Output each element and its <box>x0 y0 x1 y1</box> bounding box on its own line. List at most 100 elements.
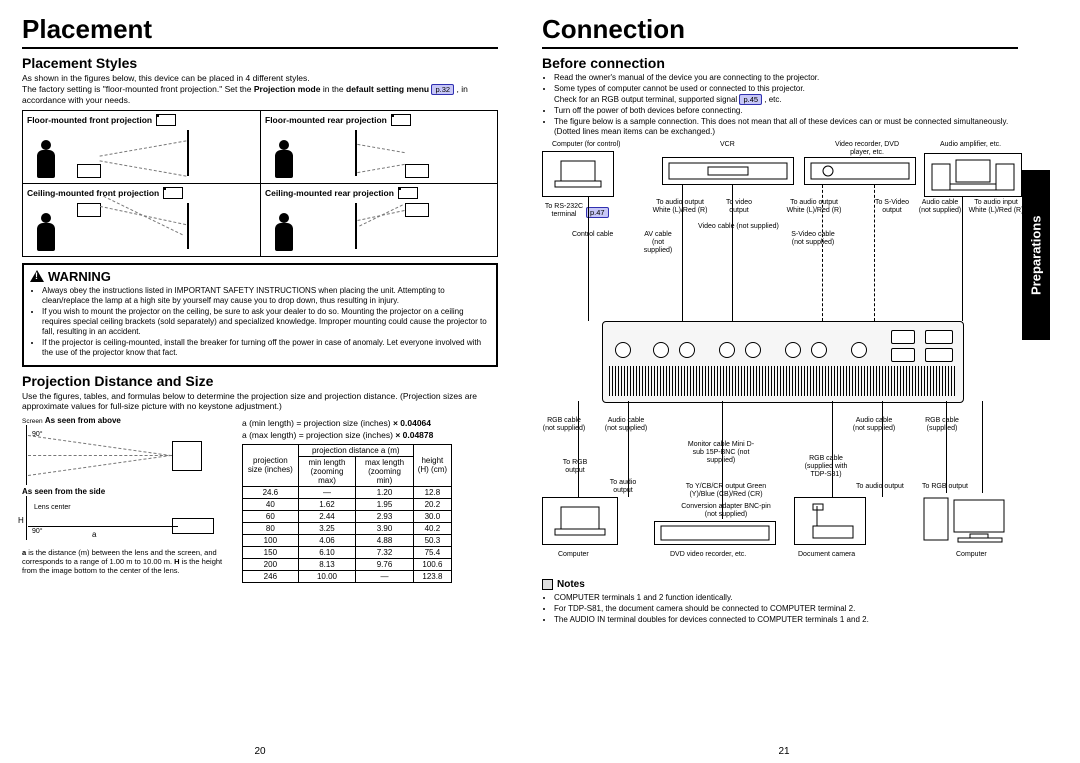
table-cell: 123.8 <box>413 570 451 582</box>
before-item: The figure below is a sample connection.… <box>554 117 1018 137</box>
formula-const: × 0.04878 <box>395 430 433 440</box>
lbl-convadapter: Conversion adapter BNC-pin (not supplied… <box>676 503 776 518</box>
lbl-doccam: Document camera <box>798 551 855 559</box>
h-label: H <box>18 516 24 525</box>
lbl-audiocable: Audio cable (not supplied) <box>918 199 962 214</box>
lbl-torgb: To RGB output <box>556 459 594 474</box>
warning-heading: WARNING <box>48 269 111 284</box>
lbl-computer-b2: Computer <box>956 551 987 559</box>
distance-data: a (min length) = projection size (inches… <box>242 416 498 583</box>
table-cell: 246 <box>243 570 299 582</box>
table-cell: 100.6 <box>413 558 451 570</box>
styles-intro: As shown in the figures below, this devi… <box>22 73 498 106</box>
formula-max: a (max length) = projection size (inches… <box>242 430 498 440</box>
table-cell: 80 <box>243 522 299 534</box>
table-cell: 3.25 <box>298 522 356 534</box>
table-cell: 4.06 <box>298 534 356 546</box>
check-text: Check for an RGB output terminal, suppor… <box>554 95 739 104</box>
warning-box: WARNING Always obey the instructions lis… <box>22 263 498 367</box>
lbl-vcr: VCR <box>720 141 735 149</box>
before-item: Turn off the power of both devices befor… <box>554 106 1018 116</box>
lbl-computer-b: Computer <box>558 551 589 559</box>
table-cell: 40.2 <box>413 522 451 534</box>
table-cell: 75.4 <box>413 546 451 558</box>
table-cell: 12.8 <box>413 486 451 498</box>
notes-list: COMPUTER terminals 1 and 2 function iden… <box>542 593 1018 625</box>
formula-min: a (min length) = projection size (inches… <box>242 418 498 428</box>
side-tab-preparations: Preparations <box>1022 170 1050 340</box>
table-cell: 100 <box>243 534 299 546</box>
vcr-icon <box>662 157 794 185</box>
connection-diagram: Computer (for control) VCR Video recorde… <box>542 141 1018 571</box>
table-cell: — <box>356 570 414 582</box>
page-number-left: 20 <box>0 746 520 757</box>
th-max: max length (zooming min) <box>356 456 414 486</box>
formula-text: a (min length) = projection size (inches… <box>242 418 393 428</box>
tile-label: Floor-mounted front projection <box>27 115 152 125</box>
table-cell: 9.76 <box>356 558 414 570</box>
doccam-icon <box>794 497 866 545</box>
caption-a: a is the distance (m) between the lens a… <box>22 548 232 575</box>
lbl-amp: Audio amplifier, etc. <box>940 141 1001 149</box>
lbl-audioout: To audio output White (L)/Red (R) <box>652 199 708 214</box>
table-cell: 1.20 <box>356 486 414 498</box>
th-dist: projection distance a (m) <box>298 444 413 456</box>
note-item: For TDP-S81, the document camera should … <box>554 604 1018 614</box>
note-item: COMPUTER terminals 1 and 2 function iden… <box>554 593 1018 603</box>
distance-heading: Projection Distance and Size <box>22 373 498 389</box>
intro-2d: default setting menu <box>346 84 431 94</box>
lbl-computer-control: Computer (for control) <box>552 141 620 149</box>
tile-floor-front: Floor-mounted front projection <box>23 111 260 183</box>
lbl-toaudioout: To audio output <box>604 479 642 494</box>
before-item: Read the owner's manual of the device yo… <box>554 73 1018 83</box>
lbl-videocable: Video cable (not supplied) <box>698 223 779 231</box>
lbl-audiocable2: Audio cable (not supplied) <box>604 417 648 432</box>
table-cell: 200 <box>243 558 299 570</box>
page-number-right: 21 <box>520 746 1048 757</box>
tile-label: Ceiling-mounted rear projection <box>265 188 394 198</box>
lbl-videoout: To video output <box>722 199 756 214</box>
table-cell: 30.0 <box>413 510 451 522</box>
before-list: Read the owner's manual of the device yo… <box>542 73 1018 137</box>
lbl-avcable: AV cable (not supplied) <box>638 231 678 254</box>
laptop2-icon <box>542 497 618 545</box>
styles-heading: Placement Styles <box>22 55 498 71</box>
lens-center-label: Lens center <box>34 504 71 511</box>
table-cell: 24.6 <box>243 486 299 498</box>
mode-icon <box>398 187 418 199</box>
table-cell: 10.00 <box>298 570 356 582</box>
tile-label: Ceiling-mounted front projection <box>27 188 159 198</box>
table-cell: 150 <box>243 546 299 558</box>
mode-icon <box>163 187 183 199</box>
seen-side-label: As seen from the side <box>22 487 105 496</box>
tile-ceil-front: Ceiling-mounted front projection <box>23 183 260 256</box>
page-ref-47: p.47 <box>586 207 609 218</box>
table-cell: 7.32 <box>356 546 414 558</box>
tile-floor-rear: Floor-mounted rear projection <box>260 111 497 183</box>
warning-icon <box>30 270 44 282</box>
page-title-right: Connection <box>542 14 1018 49</box>
mode-icon <box>156 114 176 126</box>
page-title-left: Placement <box>22 14 498 49</box>
table-cell: 8.13 <box>298 558 356 570</box>
table-cell: 40 <box>243 498 299 510</box>
mode-icon <box>391 114 411 126</box>
note-item: The AUDIO IN terminal doubles for device… <box>554 615 1018 625</box>
formula-const: × 0.04064 <box>393 418 431 428</box>
projection-table: projection size (inches) projection dist… <box>242 444 452 583</box>
page-ref-45: p.45 <box>739 94 762 105</box>
lbl-recorder: Video recorder, DVD player, etc. <box>832 141 902 156</box>
table-cell: — <box>298 486 356 498</box>
warning-item: If the projector is ceiling-mounted, ins… <box>42 338 490 358</box>
lbl-monitorcable: Monitor cable Mini D-sub 15P-BNC (not su… <box>686 441 756 464</box>
distance-figures: Screen As seen from above 90° As seen fr… <box>22 416 232 583</box>
table-cell: 2.93 <box>356 510 414 522</box>
lbl-svideoout: To S-Video output <box>872 199 912 214</box>
th-h: height (H) (cm) <box>413 444 451 486</box>
amp-icon <box>924 153 1022 197</box>
notes-heading: Notes <box>542 579 1018 590</box>
formula-text: a (max length) = projection size (inches… <box>242 430 395 440</box>
lbl-rgbs81: RGB cable (supplied with TDP-S81) <box>798 455 854 478</box>
table-cell: 50.3 <box>413 534 451 546</box>
tile-label: Floor-mounted rear projection <box>265 115 387 125</box>
